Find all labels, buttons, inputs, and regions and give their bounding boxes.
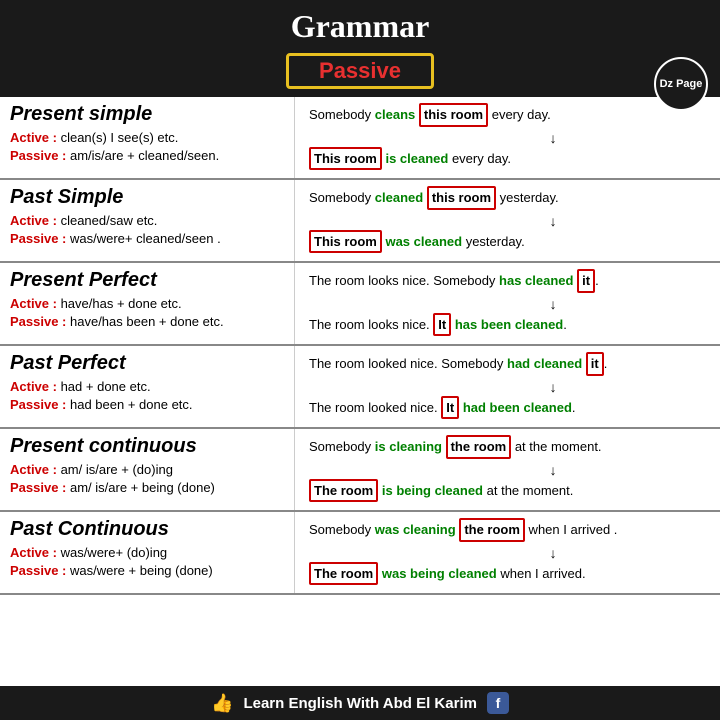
- past-simple-passive-rule-line: Passive : was/were+ cleaned/seen .: [10, 230, 284, 248]
- past-perfect-active-example: The room looked nice. Somebody had clean…: [309, 352, 710, 376]
- past-perfect-arrow: ↓: [309, 379, 710, 395]
- past-perfect-active-line: Active : had + done etc.: [10, 378, 284, 396]
- thumb-icon: 👍: [211, 693, 233, 714]
- past-continuous-active-example: Somebody was cleaning the room when I ar…: [309, 518, 710, 542]
- section-past-perfect: Past Perfect Active : had + done etc.Pass…: [0, 346, 720, 429]
- past-perfect-title: Past Perfect: [10, 352, 284, 375]
- past-simple-active-line: Active : cleaned/saw etc.: [10, 212, 284, 230]
- past-continuous-arrow: ↓: [309, 545, 710, 561]
- past-simple-arrow: ↓: [309, 213, 710, 229]
- past-simple-active-example: Somebody cleaned this room yesterday.: [309, 186, 710, 210]
- present-perfect-active-example: The room looks nice. Somebody has cleane…: [309, 269, 710, 293]
- section-past-continuous: Past Continuous Active : was/were+ (do)in…: [0, 512, 720, 595]
- past-continuous-passive-example: The room was being cleaned when I arrive…: [309, 562, 710, 586]
- facebook-icon: f: [487, 692, 509, 714]
- present-simple-passive-example: This room is cleaned every day.: [309, 147, 710, 171]
- section-present-perfect: Present Perfect Active : have/has + done …: [0, 263, 720, 346]
- present-simple-active-line: Active : clean(s) I see(s) etc.: [10, 129, 284, 147]
- present-simple-active-example: Somebody cleans this room every day.: [309, 103, 710, 127]
- section-present-continuous: Present continuous Active : am/ is/are + …: [0, 429, 720, 512]
- footer-label: Learn English With Abd El Karim: [243, 695, 477, 712]
- dz-page-badge: Dz Page: [654, 57, 708, 111]
- present-simple-passive-rule-line: Passive : am/is/are + cleaned/seen.: [10, 147, 284, 165]
- present-simple-arrow: ↓: [309, 130, 710, 146]
- present-continuous-arrow: ↓: [309, 462, 710, 478]
- present-perfect-passive-example: The room looks nice. It has been cleaned…: [309, 313, 710, 337]
- present-continuous-active-example: Somebody is cleaning the room at the mom…: [309, 435, 710, 459]
- present-continuous-passive-rule-line: Passive : am/ is/are + being (done): [10, 479, 284, 497]
- present-continuous-active-line: Active : am/ is/are + (do)ing: [10, 461, 284, 479]
- past-simple-passive-example: This room was cleaned yesterday.: [309, 230, 710, 254]
- present-continuous-passive-example: The room is being cleaned at the moment.: [309, 479, 710, 503]
- present-simple-title: Present simple: [10, 103, 284, 126]
- present-continuous-title: Present continuous: [10, 435, 284, 458]
- present-perfect-passive-rule-line: Passive : have/has been + done etc.: [10, 313, 284, 331]
- past-simple-title: Past Simple: [10, 186, 284, 209]
- present-perfect-active-line: Active : have/has + done etc.: [10, 295, 284, 313]
- present-perfect-title: Present Perfect: [10, 269, 284, 292]
- past-continuous-active-line: Active : was/were+ (do)ing: [10, 544, 284, 562]
- section-past-simple: Past Simple Active : cleaned/saw etc.Pass…: [0, 180, 720, 263]
- section-present-simple: Present simple Active : clean(s) I see(s)…: [0, 97, 720, 180]
- header-title: Grammar: [0, 8, 720, 45]
- past-continuous-passive-rule-line: Passive : was/were + being (done): [10, 562, 284, 580]
- present-perfect-arrow: ↓: [309, 296, 710, 312]
- passive-subtitle: Passive: [319, 58, 401, 83]
- past-perfect-passive-example: The room looked nice. It had been cleane…: [309, 396, 710, 420]
- past-perfect-passive-rule-line: Passive : had been + done etc.: [10, 396, 284, 414]
- past-continuous-title: Past Continuous: [10, 518, 284, 541]
